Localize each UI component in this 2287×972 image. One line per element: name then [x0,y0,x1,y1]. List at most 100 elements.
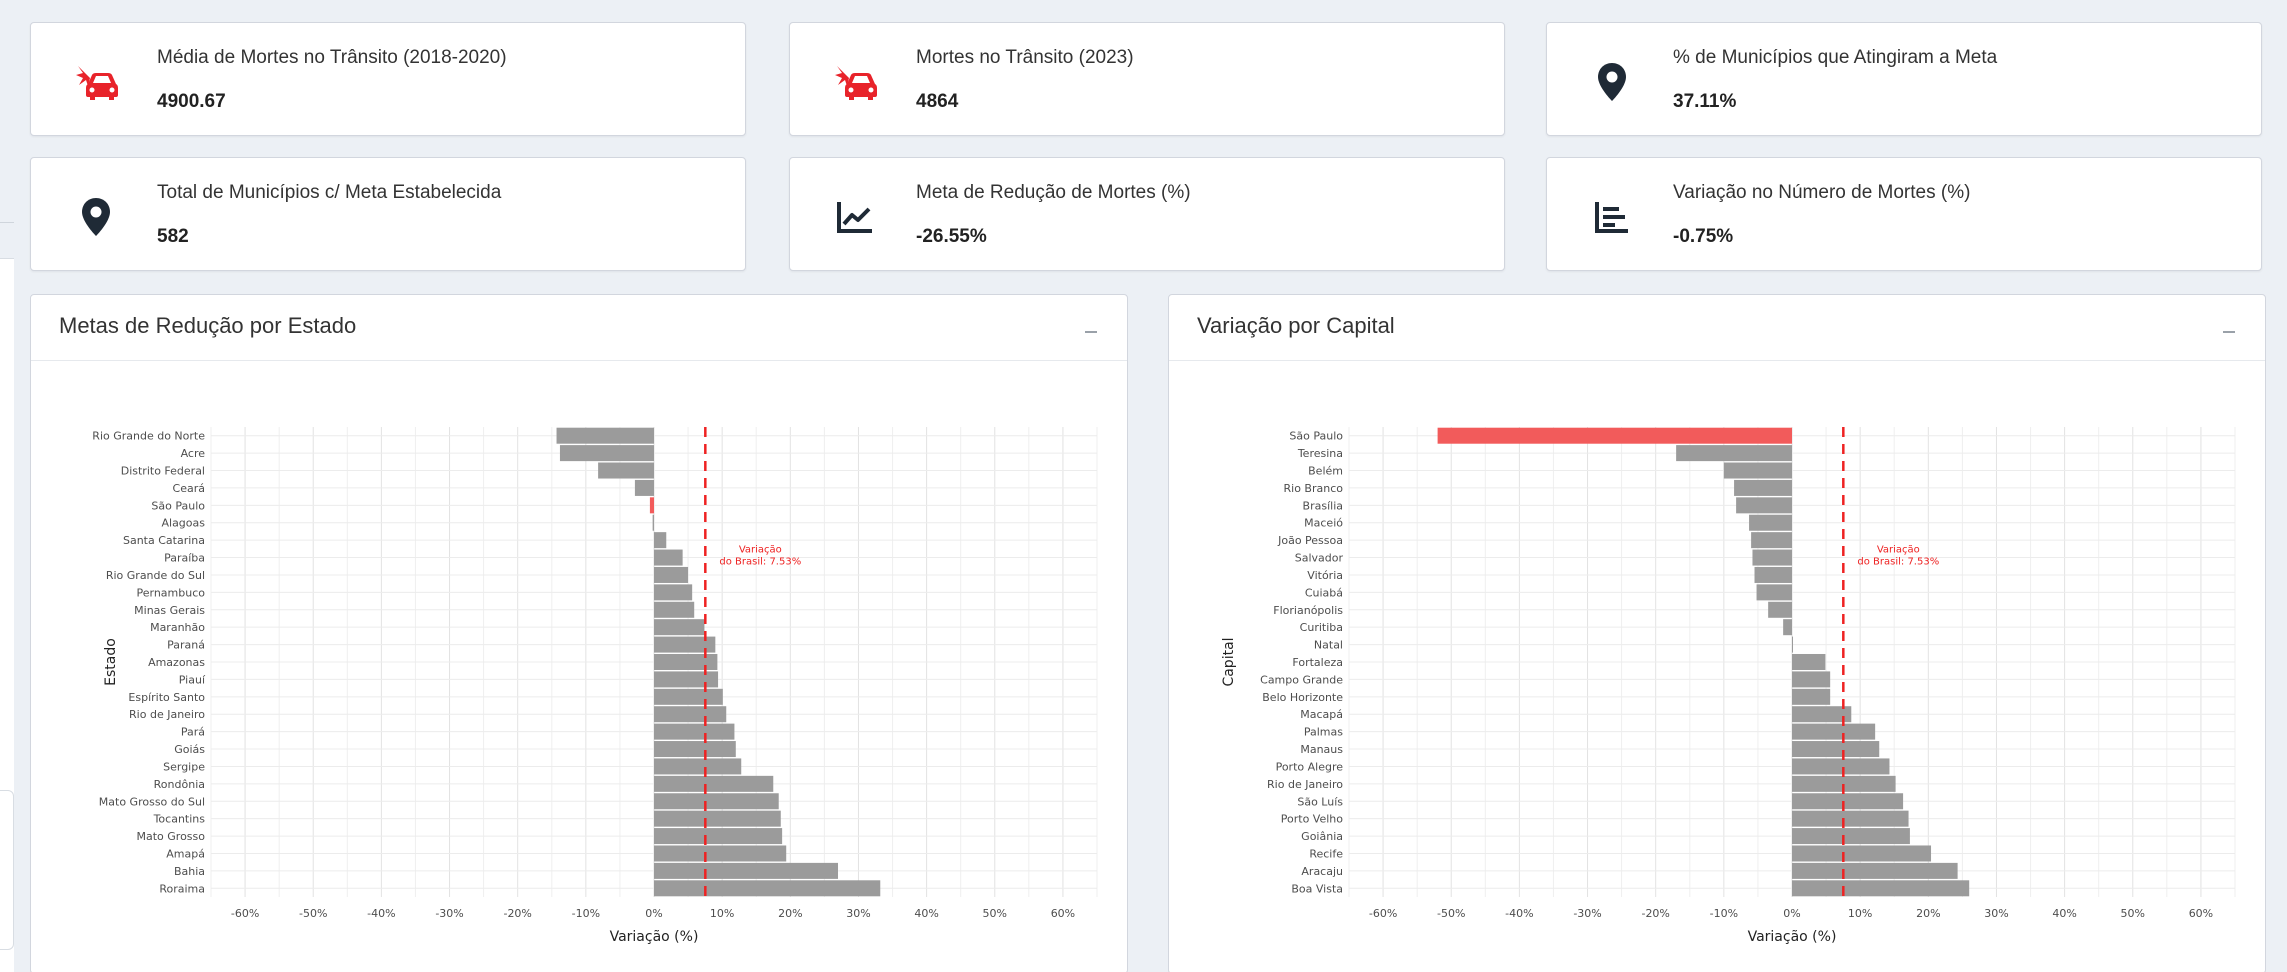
bar-bahia [654,862,839,879]
kpi-card-mortes-2023: Mortes no Trânsito (2023) 4864 [789,22,1505,136]
bar-alagoas [652,514,654,531]
x-tick-label: 0% [645,907,662,920]
category-label: Boa Vista [1291,882,1343,895]
bar-acre [559,445,654,462]
x-tick-label: -20% [1641,907,1669,920]
x-tick-label: -50% [1437,907,1465,920]
bar-minas-gerais [654,601,695,618]
panel-title: Metas de Redução por Estado [59,313,357,338]
category-label: Maceió [1304,517,1343,530]
category-label: Belém [1308,465,1343,478]
kpi-label: Mortes no Trânsito (2023) [916,47,1134,68]
category-label: São Paulo [151,499,205,512]
x-tick-label: -20% [503,907,531,920]
bar-porto-alegre [1792,758,1890,775]
x-tick-label: -40% [367,907,395,920]
bar-piauí [654,671,719,688]
category-label: Rio Grande do Sul [106,569,205,582]
category-label: Brasília [1303,499,1343,512]
reference-annotation: do Brasil: 7.53% [1857,556,1939,567]
kpi-card-meta-reducao: Meta de Redução de Mortes (%) -26.55% [789,157,1505,271]
category-label: Campo Grande [1260,673,1343,686]
x-axis-title: Variação (%) [1748,929,1837,945]
category-label: Fortaleza [1292,656,1343,669]
category-label: Manaus [1300,743,1343,756]
kpi-label: % de Municípios que Atingiram a Meta [1673,47,1998,68]
map-pin-icon [1589,59,1635,105]
bar-campo-grande [1792,671,1831,688]
bar-teresina [1676,445,1792,462]
category-label: Pará [181,726,205,739]
category-label: Tocantins [153,813,206,826]
category-label: Bahia [174,865,205,878]
category-label: Espírito Santo [128,691,205,704]
bar-brasília [1736,497,1792,514]
category-label: Salvador [1295,552,1344,565]
x-tick-label: -60% [231,907,259,920]
category-label: Maranhão [150,621,205,634]
bar-palmas [1792,723,1876,740]
category-label: São Paulo [1289,430,1343,443]
category-label: Curitiba [1300,621,1343,634]
reference-annotation: do Brasil: 7.53% [719,556,801,567]
x-tick-label: 20% [1916,907,1940,920]
x-tick-label: 30% [846,907,870,920]
bar-cuiabá [1756,584,1792,601]
y-axis-title: Estado [103,638,119,686]
x-tick-label: -60% [1369,907,1397,920]
bar-são-paulo [649,497,654,514]
category-label: Goiânia [1301,830,1343,843]
bar-rio-grande-do-norte [556,427,654,444]
x-tick-label: 20% [778,907,802,920]
y-axis-title: Capital [1221,637,1237,686]
category-label: Ceará [173,482,205,495]
category-label: Natal [1314,639,1343,652]
category-label: Amazonas [148,656,205,669]
x-tick-label: 10% [710,907,734,920]
kpi-card-percent-municipios: % de Municípios que Atingiram a Meta 37.… [1546,22,2262,136]
x-axis-title: Variação (%) [610,929,699,945]
bar-amapá [654,845,787,862]
bar-roraima [654,880,881,897]
category-label: Porto Velho [1281,813,1343,826]
category-label: Santa Catarina [123,534,205,547]
category-label: Amapá [166,847,205,860]
bar-tocantins [654,810,781,827]
category-label: Belo Horizonte [1262,691,1343,704]
collapse-button[interactable] [2215,317,2243,341]
kpi-value: 582 [157,226,189,247]
x-tick-label: -40% [1505,907,1533,920]
category-label: Alagoas [161,517,205,530]
bar-são-paulo [1437,427,1792,444]
kpi-card-variacao-mortes: Variação no Número de Mortes (%) -0.75% [1546,157,2262,271]
panel-header: Metas de Redução por Estado [31,295,1127,361]
category-label: Rio de Janeiro [1267,778,1343,791]
panel-header: Variação por Capital [1169,295,2265,361]
x-tick-label: -10% [572,907,600,920]
bar-rio-grande-do-sul [654,566,689,583]
x-tick-label: 60% [1051,907,1075,920]
panel-title: Variação por Capital [1197,313,1395,338]
category-label: Teresina [1297,447,1343,460]
bar-boa-vista [1792,880,1970,897]
bar-salvador [1752,549,1792,566]
kpi-card-media-mortes: Média de Mortes no Trânsito (2018-2020) … [30,22,746,136]
category-label: Porto Alegre [1276,760,1344,773]
category-label: Piauí [179,673,206,686]
bar-goiânia [1792,828,1910,845]
collapse-button[interactable] [1077,317,1105,341]
category-label: Sergipe [163,760,205,773]
x-tick-label: 0% [1783,907,1800,920]
x-tick-label: 60% [2189,907,2213,920]
kpi-label: Meta de Redução de Mortes (%) [916,182,1191,203]
bar-goiás [654,741,736,758]
kpi-value: -0.75% [1673,226,1734,247]
bar-recife [1792,845,1932,862]
category-label: Acre [181,447,206,460]
x-tick-label: 40% [914,907,938,920]
chart-capital: São Paulo Teresina Belém Rio Branco Brasília… [1221,427,2236,945]
category-label: Paraíba [164,552,205,565]
bar-rondônia [654,775,774,792]
kpi-value: 37.11% [1673,91,1737,112]
bar-mato-grosso [654,828,783,845]
